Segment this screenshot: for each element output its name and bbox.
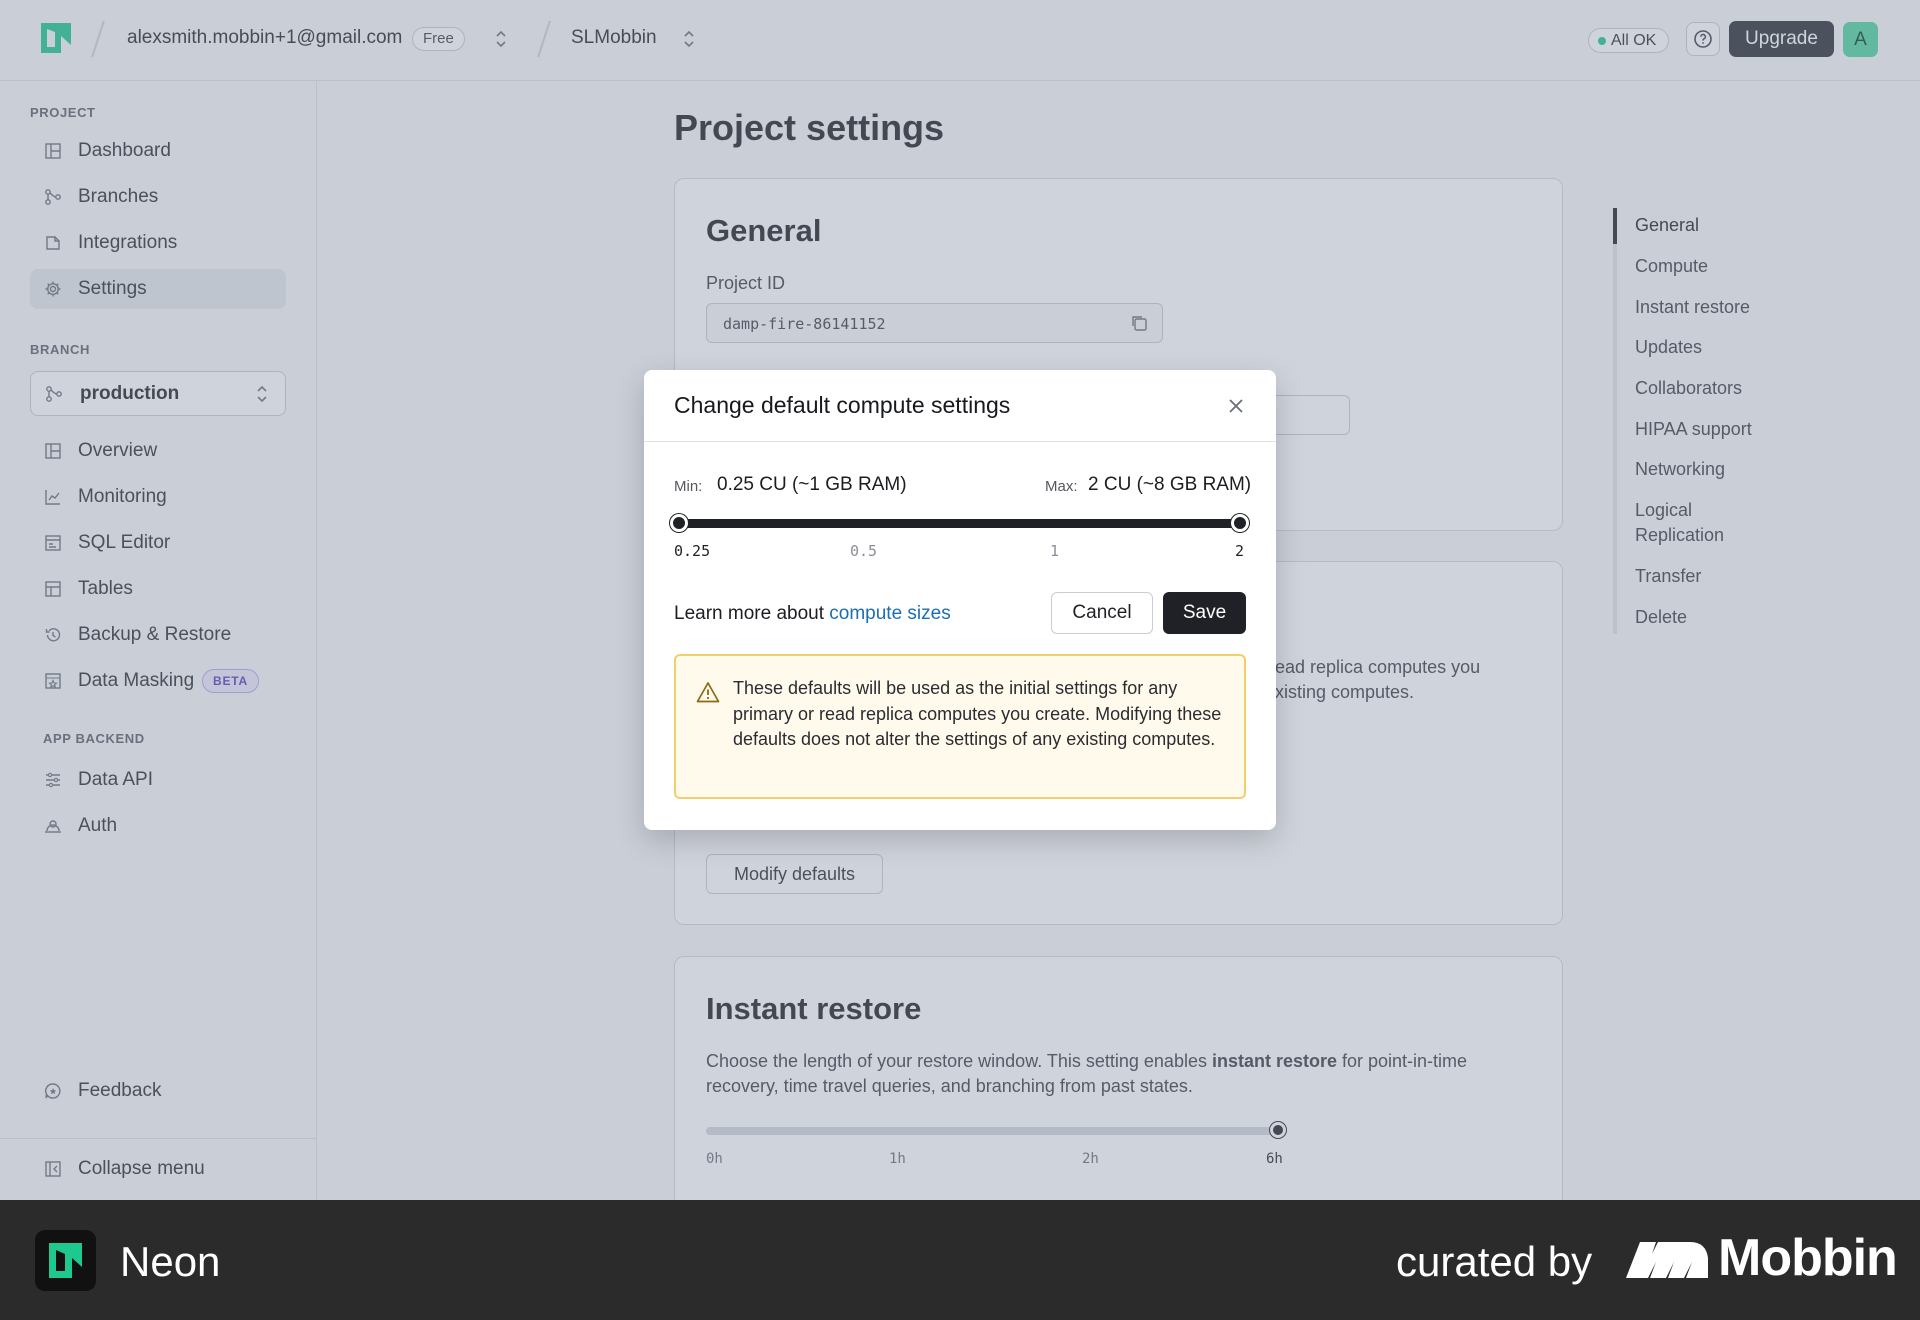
learn-more-text: Learn more about compute sizes xyxy=(674,603,951,625)
save-button[interactable]: Save xyxy=(1163,592,1246,634)
warning-icon xyxy=(696,682,720,703)
compute-settings-modal: Change default compute settings Min: 0.2… xyxy=(644,370,1276,830)
mobbin-wordmark: Mobbin xyxy=(1718,1229,1898,1287)
cancel-button[interactable]: Cancel xyxy=(1051,592,1153,634)
slider-tick: 0.25 xyxy=(674,542,711,560)
min-label: Min: xyxy=(674,478,703,495)
learn-more-prefix: Learn more about xyxy=(674,603,830,624)
close-icon[interactable] xyxy=(1224,394,1248,418)
modal-title: Change default compute settings xyxy=(674,392,1011,418)
modal-header: Change default compute settings xyxy=(644,370,1276,442)
slider-max-thumb[interactable] xyxy=(1231,514,1249,532)
max-label: Max: xyxy=(1045,478,1078,495)
neon-logo-icon xyxy=(49,1243,82,1278)
slider-tick: 0.5 xyxy=(850,542,878,560)
slider-tick: 2 xyxy=(1235,542,1245,560)
max-value: 2 CU (~8 GB RAM) xyxy=(1088,474,1252,495)
compute-range-slider[interactable] xyxy=(679,519,1240,528)
curated-banner: Neon curated by Mobbin xyxy=(0,1200,1920,1320)
neon-app-logo xyxy=(35,1230,96,1291)
mobbin-logo-icon xyxy=(1626,1242,1708,1278)
slider-min-thumb[interactable] xyxy=(670,514,688,532)
min-value: 0.25 CU (~1 GB RAM) xyxy=(717,474,907,495)
compute-sizes-link[interactable]: compute sizes xyxy=(829,603,950,624)
warning-callout: These defaults will be used as the initi… xyxy=(674,654,1246,799)
app-name: Neon xyxy=(120,1238,221,1285)
slider-tick: 1 xyxy=(1050,542,1060,560)
warning-text: These defaults will be used as the initi… xyxy=(733,678,1222,749)
curated-by-text: curated by xyxy=(1396,1238,1593,1285)
